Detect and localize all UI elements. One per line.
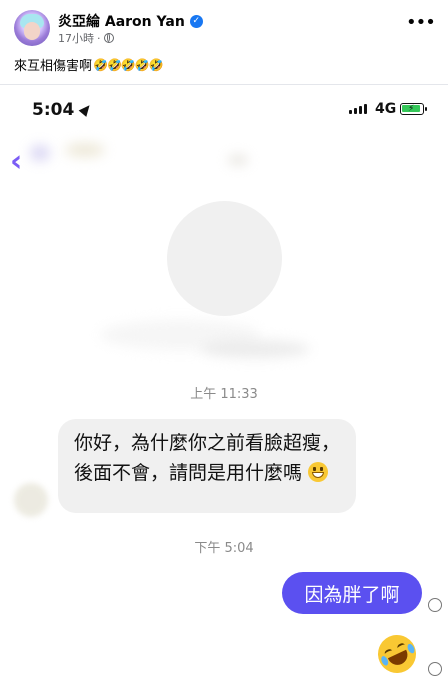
blurred-contact-detail-2 — [228, 155, 248, 165]
globe-icon — [103, 33, 114, 43]
message-timestamp: 下午 5:04 — [194, 541, 254, 556]
post-caption: 來互相傷害啊 🤣🤣🤣🤣🤣 — [14, 55, 164, 75]
battery-charging-icon: ⚡ — [400, 103, 427, 115]
outgoing-message-text: 因為胖了啊 — [304, 583, 400, 606]
rolling-on-floor-laughing-emoji-icon[interactable] — [371, 628, 423, 680]
sent-status-icon — [428, 662, 442, 676]
post-meta: 17小時 · — [58, 30, 114, 46]
blurred-profile-subtitle — [200, 340, 310, 358]
more-options-icon[interactable]: ••• — [406, 12, 436, 33]
author-name[interactable]: 炎亞綸 Aaron Yan — [58, 11, 185, 31]
message-timestamp: 上午 11:33 — [190, 387, 258, 402]
author-avatar[interactable] — [14, 10, 50, 46]
sent-status-icon — [428, 598, 442, 612]
facebook-post-header: 炎亞綸 Aaron Yan ✓ 17小時 · ••• 來互相傷害啊 🤣🤣🤣🤣🤣 — [0, 0, 448, 84]
status-time: 5:04 — [32, 100, 75, 120]
back-chevron-icon[interactable]: ‹ — [10, 147, 22, 177]
blurred-contact-name — [30, 145, 50, 161]
avatar-face — [24, 22, 40, 40]
incoming-message-text: 你好，為什麼你之前看臉超瘦，後面不會，請問是用什麼嗎 — [74, 432, 341, 484]
blurred-contact-detail — [65, 143, 105, 157]
caption-text: 來互相傷害啊 — [14, 59, 93, 74]
meta-separator: · — [97, 31, 101, 45]
author-row: 炎亞綸 Aaron Yan ✓ — [58, 11, 203, 31]
outgoing-message-bubble[interactable]: 因為胖了啊 — [282, 572, 422, 614]
grinning-face-emoji-icon — [308, 462, 329, 482]
incoming-message-bubble[interactable]: 你好，為什麼你之前看臉超瘦，後面不會，請問是用什麼嗎 — [58, 419, 356, 513]
chat-screenshot: 5:04 4G ⚡ ‹ 上午 11:33 你好，為什麼你之前看臉超瘦，後面不會，… — [0, 85, 448, 696]
location-arrow-icon — [78, 101, 94, 117]
post-time[interactable]: 17小時 — [58, 30, 94, 46]
network-type: 4G — [375, 101, 397, 117]
sender-avatar — [14, 483, 48, 517]
caption-emojis: 🤣🤣🤣🤣🤣 — [93, 57, 164, 72]
signal-strength-icon — [349, 104, 367, 114]
contact-profile-photo[interactable] — [167, 201, 282, 316]
verified-badge-icon: ✓ — [189, 14, 203, 28]
status-bar-time: 5:04 — [32, 100, 94, 120]
